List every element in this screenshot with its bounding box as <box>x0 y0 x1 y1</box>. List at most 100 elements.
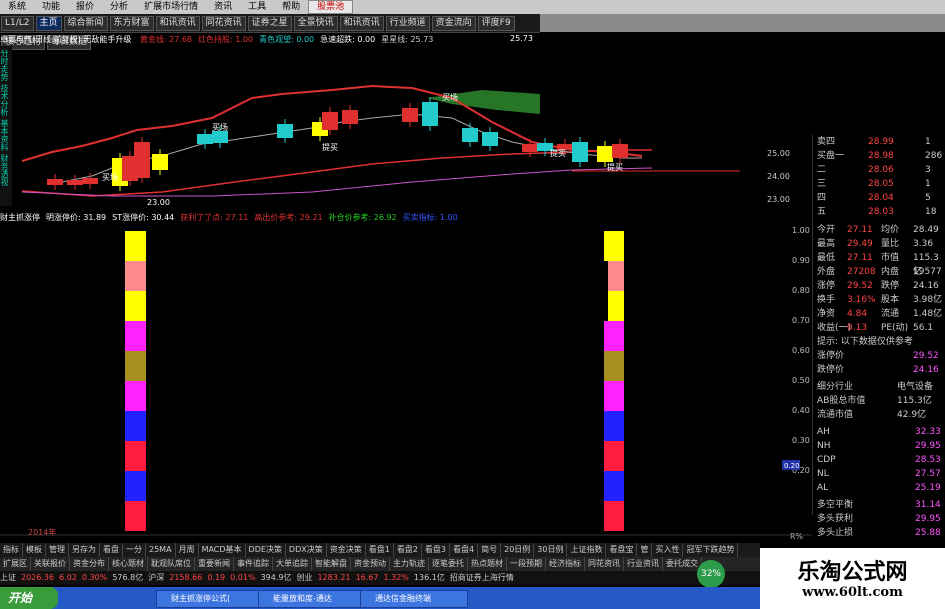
buy-row-0-col-2: 286 <box>925 151 943 161</box>
stat-row-0: 今开 27.11 均价 28.49 <box>813 223 945 237</box>
nav-tab-3[interactable]: 和讯资讯 <box>155 16 200 31</box>
bottom-tab-23[interactable]: 冠军下跌趋势 <box>683 543 739 557</box>
trend-row-0-col-1: 31.14 <box>915 500 941 510</box>
bottom-tab-17[interactable]: 20日例 <box>501 543 535 557</box>
cdp-row-3-col-1: 27.57 <box>915 469 941 479</box>
bottom-tab-13[interactable]: 看盘2 <box>394 543 422 557</box>
bottom-tab-4[interactable]: 看盘 <box>100 543 123 557</box>
func-tab-11[interactable]: 逐笔委托 <box>429 557 468 571</box>
menu-item-7[interactable]: 帮助 <box>274 0 308 14</box>
start-button[interactable]: 开始 <box>0 587 58 609</box>
nav-tab-1[interactable]: 综合新闻 <box>63 16 108 31</box>
bottom-tab-16[interactable]: 简号 <box>478 543 502 557</box>
bottom-tab-5[interactable]: 一分 <box>123 543 146 557</box>
sell-row-0-col-2: 1 <box>925 137 931 147</box>
menu-item-0[interactable]: 系统 <box>0 0 34 14</box>
func-tab-8[interactable]: 智能解盘 <box>312 557 351 571</box>
stat-row-1: 最高 29.49 量比 3.36 <box>813 237 945 251</box>
func-tab-9[interactable]: 资金预动 <box>351 557 390 571</box>
nav-tab-4[interactable]: 同花资讯 <box>201 16 246 31</box>
bottom-tab-3[interactable]: 另存为 <box>69 543 100 557</box>
bottom-tab-15[interactable]: 看盘4 <box>450 543 479 557</box>
bottom-tab-21[interactable]: 管 <box>637 543 653 557</box>
func-tab-3[interactable]: 核心题材 <box>109 557 148 571</box>
func-tab-15[interactable]: 同花资讯 <box>585 557 624 571</box>
nav-tab-7[interactable]: 和讯资讯 <box>339 16 384 31</box>
nav-tab-0[interactable]: 主页 <box>35 16 62 31</box>
func-tab-4[interactable]: 耽观队席位 <box>148 557 195 571</box>
bottom-tab-7[interactable]: 月周 <box>176 543 199 557</box>
func-tab-7[interactable]: 大单追踪 <box>273 557 312 571</box>
func-tab-17[interactable]: 委托成交 <box>663 557 702 571</box>
nav-tab-10[interactable]: 评度F9 <box>477 16 515 31</box>
stat-row-1-col-0: 最高 <box>817 239 836 249</box>
nav-tab-6[interactable]: 全景快讯 <box>293 16 338 31</box>
industry-row-0: 细分行业 电气设备 <box>813 380 945 394</box>
bottom-tab-19[interactable]: 上证指数 <box>567 543 607 557</box>
menu-item-3[interactable]: 分析 <box>102 0 136 14</box>
menu-item-6[interactable]: 工具 <box>240 0 274 14</box>
left-tab-0[interactable]: 分时走势 <box>0 49 9 81</box>
index-cy-1: 1283.21 <box>317 573 351 582</box>
nav-tab-5[interactable]: 证券之星 <box>247 16 292 31</box>
kline-chart[interactable]: 买场买场买场提买提买提买23.0025.0024.0023.00 <box>12 46 812 211</box>
indicator-chart[interactable]: 1.000.900.800.700.600.500.400.300.200.20… <box>0 223 812 543</box>
taskbar-item-1[interactable]: 能量放和度-通达 <box>258 590 366 608</box>
left-tab-3[interactable]: 财务透视 <box>0 154 9 186</box>
func-tab-13[interactable]: 一段预期 <box>507 557 546 571</box>
stat-row-3-col-0: 外盘 <box>817 267 836 277</box>
menu-bar: 系统 功能 报价 分析 扩展市场行情 资讯 工具 帮助 股票池 <box>0 0 945 14</box>
bottom-tab-6[interactable]: 25MA <box>146 543 176 557</box>
left-signal-block-1 <box>125 261 146 291</box>
buy-row-3-col-2: 5 <box>925 193 931 203</box>
nav-tab-9[interactable]: 资金流向 <box>431 16 476 31</box>
nav-bar: L1/L2 主页 综合新闻 东方财富 和讯资讯 同花资讯 证券之星 全景快讯 和讯资讯 行业频道资… <box>0 14 540 50</box>
bottom-tab-0[interactable]: 指标 <box>0 543 23 557</box>
bottom-tab-2[interactable]: 管理 <box>46 543 69 557</box>
left-signal-block-6 <box>125 411 146 441</box>
bottom-tab-22[interactable]: 买入性 <box>652 543 684 557</box>
func-tab-10[interactable]: 主力轨迹 <box>390 557 429 571</box>
cdp-row-3-col-0: NL <box>817 469 829 479</box>
nav-tab-8[interactable]: 行业频道 <box>385 16 430 31</box>
bottom-tab-14[interactable]: 看盘3 <box>422 543 451 557</box>
buy-row-2: 三 28.05 1 <box>813 177 945 191</box>
func-tab-2[interactable]: 资金分布 <box>70 557 109 571</box>
index-bar: 上证 2026.36 6.02 0.30% 576.8亿 沪深 2158.66 0.19 0.0… <box>0 571 760 585</box>
bottom-tab-10[interactable]: DDX决策 <box>286 543 327 557</box>
nav-tab-2[interactable]: 东方财富 <box>109 16 154 31</box>
func-tab-14[interactable]: 经济指标 <box>546 557 585 571</box>
taskbar-item-0[interactable]: 财主抓涨停公式( <box>156 590 264 608</box>
menu-item-active[interactable]: 股票池 <box>308 0 354 14</box>
menu-item-2[interactable]: 报价 <box>68 0 102 14</box>
stat-row-6: 净资 4.84 流通 1.48亿 <box>813 307 945 321</box>
bottom-tab-11[interactable]: 资金决策 <box>327 543 366 557</box>
bottom-tab-20[interactable]: 看盘宝 <box>606 543 638 557</box>
func-tab-6[interactable]: 事件追踪 <box>234 557 273 571</box>
level-code[interactable]: L1/L2 <box>1 16 34 31</box>
bottom-tab-8[interactable]: MACD基本 <box>199 543 246 557</box>
stat-row-3: 外盘 27208 内盘 19577 <box>813 265 945 279</box>
progress-badge[interactable]: 32% <box>697 560 725 588</box>
index-sh-1: 2026.36 <box>21 573 55 582</box>
func-tab-16[interactable]: 行业资讯 <box>624 557 663 571</box>
menu-item-1[interactable]: 功能 <box>34 0 68 14</box>
stat-row-4: 涨停 29.52 跌停 24.16 <box>813 279 945 293</box>
func-tab-1[interactable]: 关联报价 <box>31 557 70 571</box>
industry-row-1-col-1: 115.3亿 <box>897 396 932 406</box>
bottom-tab-18[interactable]: 30日例 <box>534 543 568 557</box>
bottom-tab-1[interactable]: 模板 <box>23 543 46 557</box>
menu-item-4[interactable]: 扩展市场行情 <box>136 0 206 14</box>
left-tab-2[interactable]: 基本资料 <box>0 119 9 151</box>
bottom-tab-12[interactable]: 看盘1 <box>366 543 394 557</box>
cdp-row-1-col-0: NH <box>817 441 831 451</box>
func-tab-5[interactable]: 重要新闻 <box>195 557 234 571</box>
left-tab-strip: 分时走势技术分析基本资料财务透视 <box>0 46 12 206</box>
func-tab-12[interactable]: 热点题材 <box>468 557 507 571</box>
taskbar-item-2[interactable]: 通达信金融终端 <box>360 590 468 608</box>
index-sz-0: 沪深 <box>148 573 165 582</box>
bottom-tab-9[interactable]: DDE决策 <box>246 543 286 557</box>
menu-item-5[interactable]: 资讯 <box>206 0 240 14</box>
func-tab-0[interactable]: 扩展区 <box>0 557 31 571</box>
left-tab-1[interactable]: 技术分析 <box>0 84 9 116</box>
